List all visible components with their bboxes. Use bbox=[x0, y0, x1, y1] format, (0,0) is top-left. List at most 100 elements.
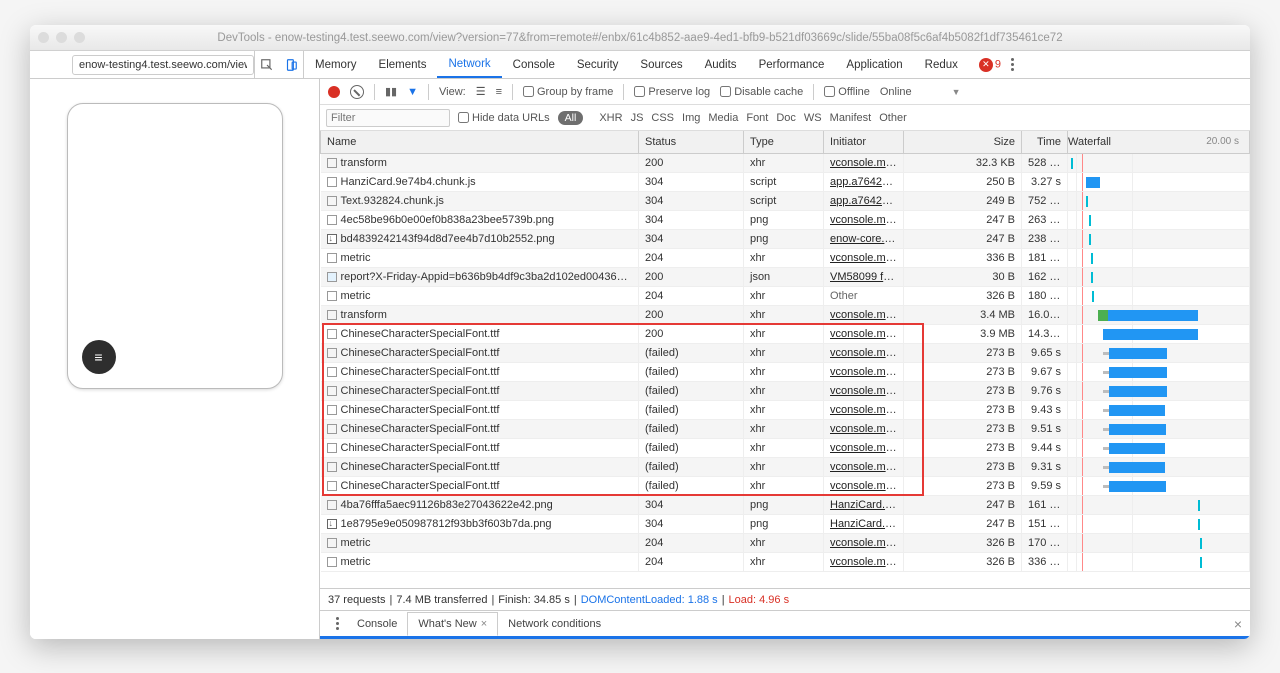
offline-checkbox[interactable]: Offline bbox=[824, 86, 870, 98]
initiator-link[interactable]: vconsole.mi… bbox=[830, 404, 899, 416]
menu-fab-icon[interactable]: ≡ bbox=[82, 340, 116, 374]
table-row[interactable]: metric204xhrvconsole.mi…326 B336 ms bbox=[321, 552, 1250, 571]
error-indicator[interactable]: ✕9 bbox=[979, 58, 1001, 72]
table-row[interactable]: 1e8795e9e050987812f93bb3f603b7da.png304p… bbox=[321, 514, 1250, 533]
drawer-console[interactable]: Console bbox=[347, 613, 407, 635]
table-row[interactable]: 4ba76fffa5aec91126b83e27043622e42.png304… bbox=[321, 495, 1250, 514]
group-by-frame-checkbox[interactable]: Group by frame bbox=[523, 86, 613, 98]
initiator-link[interactable]: vconsole.mi… bbox=[830, 252, 899, 264]
initiator-link[interactable]: vconsole.mi… bbox=[830, 423, 899, 435]
initiator-link[interactable]: vconsole.mi… bbox=[830, 556, 899, 568]
table-row[interactable]: ChineseCharacterSpecialFont.ttf(failed)x… bbox=[321, 362, 1250, 381]
initiator-link[interactable]: HanziCard.9… bbox=[830, 518, 902, 530]
initiator-link[interactable]: vconsole.mi… bbox=[830, 385, 899, 397]
inspect-element-icon[interactable] bbox=[255, 51, 279, 78]
table-row[interactable]: ChineseCharacterSpecialFont.ttf(failed)x… bbox=[321, 381, 1250, 400]
filter-css[interactable]: CSS bbox=[651, 112, 674, 124]
dropdown-icon[interactable]: ▼ bbox=[952, 87, 961, 97]
col-waterfall[interactable]: Waterfall20.00 s bbox=[1068, 131, 1250, 153]
initiator-link[interactable]: vconsole.mi… bbox=[830, 461, 899, 473]
initiator-link[interactable]: vconsole.mi… bbox=[830, 537, 899, 549]
more-icon[interactable] bbox=[1011, 58, 1014, 71]
table-row[interactable]: ChineseCharacterSpecialFont.ttf200xhrvco… bbox=[321, 324, 1250, 343]
tab-audits[interactable]: Audits bbox=[694, 51, 748, 78]
table-row[interactable]: metric204xhrvconsole.mi…326 B170 ms bbox=[321, 533, 1250, 552]
initiator-link[interactable]: vconsole.mi… bbox=[830, 214, 899, 226]
tab-performance[interactable]: Performance bbox=[748, 51, 836, 78]
drawer-network-conditions[interactable]: Network conditions bbox=[498, 613, 611, 635]
initiator-link[interactable]: app.a76423.… bbox=[830, 195, 902, 207]
table-row[interactable]: metric204xhrOther326 B180 ms bbox=[321, 286, 1250, 305]
initiator-link[interactable]: vconsole.mi… bbox=[830, 309, 899, 321]
initiator-link[interactable]: vconsole.mi… bbox=[830, 366, 899, 378]
tab-elements[interactable]: Elements bbox=[368, 51, 438, 78]
disable-cache-checkbox[interactable]: Disable cache bbox=[720, 86, 803, 98]
table-row[interactable]: transform200xhrvconsole.mi…32.3 KB528 ms bbox=[321, 153, 1250, 172]
initiator-link[interactable]: vconsole.mi… bbox=[830, 442, 899, 454]
clear-icon[interactable] bbox=[350, 85, 364, 99]
initiator-link[interactable]: Other bbox=[830, 290, 858, 302]
table-row[interactable]: ChineseCharacterSpecialFont.ttf(failed)x… bbox=[321, 400, 1250, 419]
col-name[interactable]: Name bbox=[321, 131, 639, 153]
table-row[interactable]: transform200xhrvconsole.mi…3.4 MB16.02 s bbox=[321, 305, 1250, 324]
initiator-link[interactable]: enow-core.6… bbox=[830, 233, 902, 245]
table-row[interactable]: ChineseCharacterSpecialFont.ttf(failed)x… bbox=[321, 419, 1250, 438]
table-row[interactable]: ChineseCharacterSpecialFont.ttf(failed)x… bbox=[321, 343, 1250, 362]
col-size[interactable]: Size bbox=[904, 131, 1022, 153]
record-icon[interactable] bbox=[328, 86, 340, 98]
tab-sources[interactable]: Sources bbox=[629, 51, 693, 78]
small-rows-icon[interactable]: ≡ bbox=[496, 86, 502, 98]
preserve-log-checkbox[interactable]: Preserve log bbox=[634, 86, 710, 98]
table-row[interactable]: report?X-Friday-Appid=b636b9b4df9c3ba2d1… bbox=[321, 267, 1250, 286]
address-input[interactable] bbox=[72, 55, 254, 75]
filter-all[interactable]: All bbox=[558, 111, 584, 125]
initiator-link[interactable]: VM58099 fa… bbox=[830, 271, 900, 283]
table-row[interactable]: Text.932824.chunk.js304scriptapp.a76423.… bbox=[321, 191, 1250, 210]
close-drawer-icon[interactable]: × bbox=[1234, 616, 1242, 632]
tab-memory[interactable]: Memory bbox=[304, 51, 368, 78]
filter-input[interactable] bbox=[326, 109, 450, 127]
camera-icon[interactable]: ▮▮ bbox=[385, 85, 397, 98]
initiator-link[interactable]: vconsole.mi… bbox=[830, 157, 899, 169]
filter-doc[interactable]: Doc bbox=[776, 112, 796, 124]
filter-img[interactable]: Img bbox=[682, 112, 700, 124]
filter-manifest[interactable]: Manifest bbox=[830, 112, 872, 124]
filter-xhr[interactable]: XHR bbox=[599, 112, 622, 124]
table-row[interactable]: ChineseCharacterSpecialFont.ttf(failed)x… bbox=[321, 476, 1250, 495]
device-toolbar-icon[interactable] bbox=[279, 51, 303, 78]
col-initiator[interactable]: Initiator bbox=[824, 131, 904, 153]
filter-other[interactable]: Other bbox=[879, 112, 907, 124]
drawer-more-icon[interactable] bbox=[328, 617, 347, 630]
tab-redux[interactable]: Redux bbox=[914, 51, 969, 78]
col-type[interactable]: Type bbox=[744, 131, 824, 153]
hide-data-urls-checkbox[interactable]: Hide data URLs bbox=[458, 112, 550, 124]
close-tab-icon[interactable]: × bbox=[481, 618, 487, 630]
throttle-select[interactable]: Online bbox=[880, 86, 912, 98]
tab-console[interactable]: Console bbox=[502, 51, 566, 78]
table-row[interactable]: HanziCard.9e74b4.chunk.js304scriptapp.a7… bbox=[321, 172, 1250, 191]
tab-application[interactable]: Application bbox=[835, 51, 913, 78]
filter-icon[interactable]: ▼ bbox=[407, 86, 418, 98]
large-rows-icon[interactable]: ☰ bbox=[476, 85, 486, 98]
tab-security[interactable]: Security bbox=[566, 51, 630, 78]
initiator-link[interactable]: vconsole.mi… bbox=[830, 328, 899, 340]
table-row[interactable]: 4ec58be96b0e00ef0b838a23bee5739b.png304p… bbox=[321, 210, 1250, 229]
table-row[interactable]: bd4839242143f94d8d7ee4b7d10b2552.png304p… bbox=[321, 229, 1250, 248]
table-row[interactable]: ChineseCharacterSpecialFont.ttf(failed)x… bbox=[321, 457, 1250, 476]
network-table[interactable]: Name Status Type Initiator Size Time Wat… bbox=[320, 131, 1250, 588]
initiator-link[interactable]: app.a76423.… bbox=[830, 176, 902, 188]
filter-js[interactable]: JS bbox=[631, 112, 644, 124]
col-time[interactable]: Time bbox=[1022, 131, 1068, 153]
table-row[interactable]: ChineseCharacterSpecialFont.ttf(failed)x… bbox=[321, 438, 1250, 457]
table-row[interactable]: metric204xhrvconsole.mi…336 B181 ms bbox=[321, 248, 1250, 267]
filter-font[interactable]: Font bbox=[746, 112, 768, 124]
initiator-link[interactable]: vconsole.mi… bbox=[830, 480, 899, 492]
filter-media[interactable]: Media bbox=[708, 112, 738, 124]
download-icon bbox=[327, 234, 337, 244]
initiator-link[interactable]: HanziCard.9… bbox=[830, 499, 902, 511]
tab-network[interactable]: Network bbox=[437, 51, 501, 78]
drawer-whatsnew[interactable]: What's New× bbox=[407, 612, 498, 636]
initiator-link[interactable]: vconsole.mi… bbox=[830, 347, 899, 359]
filter-ws[interactable]: WS bbox=[804, 112, 822, 124]
col-status[interactable]: Status bbox=[639, 131, 744, 153]
